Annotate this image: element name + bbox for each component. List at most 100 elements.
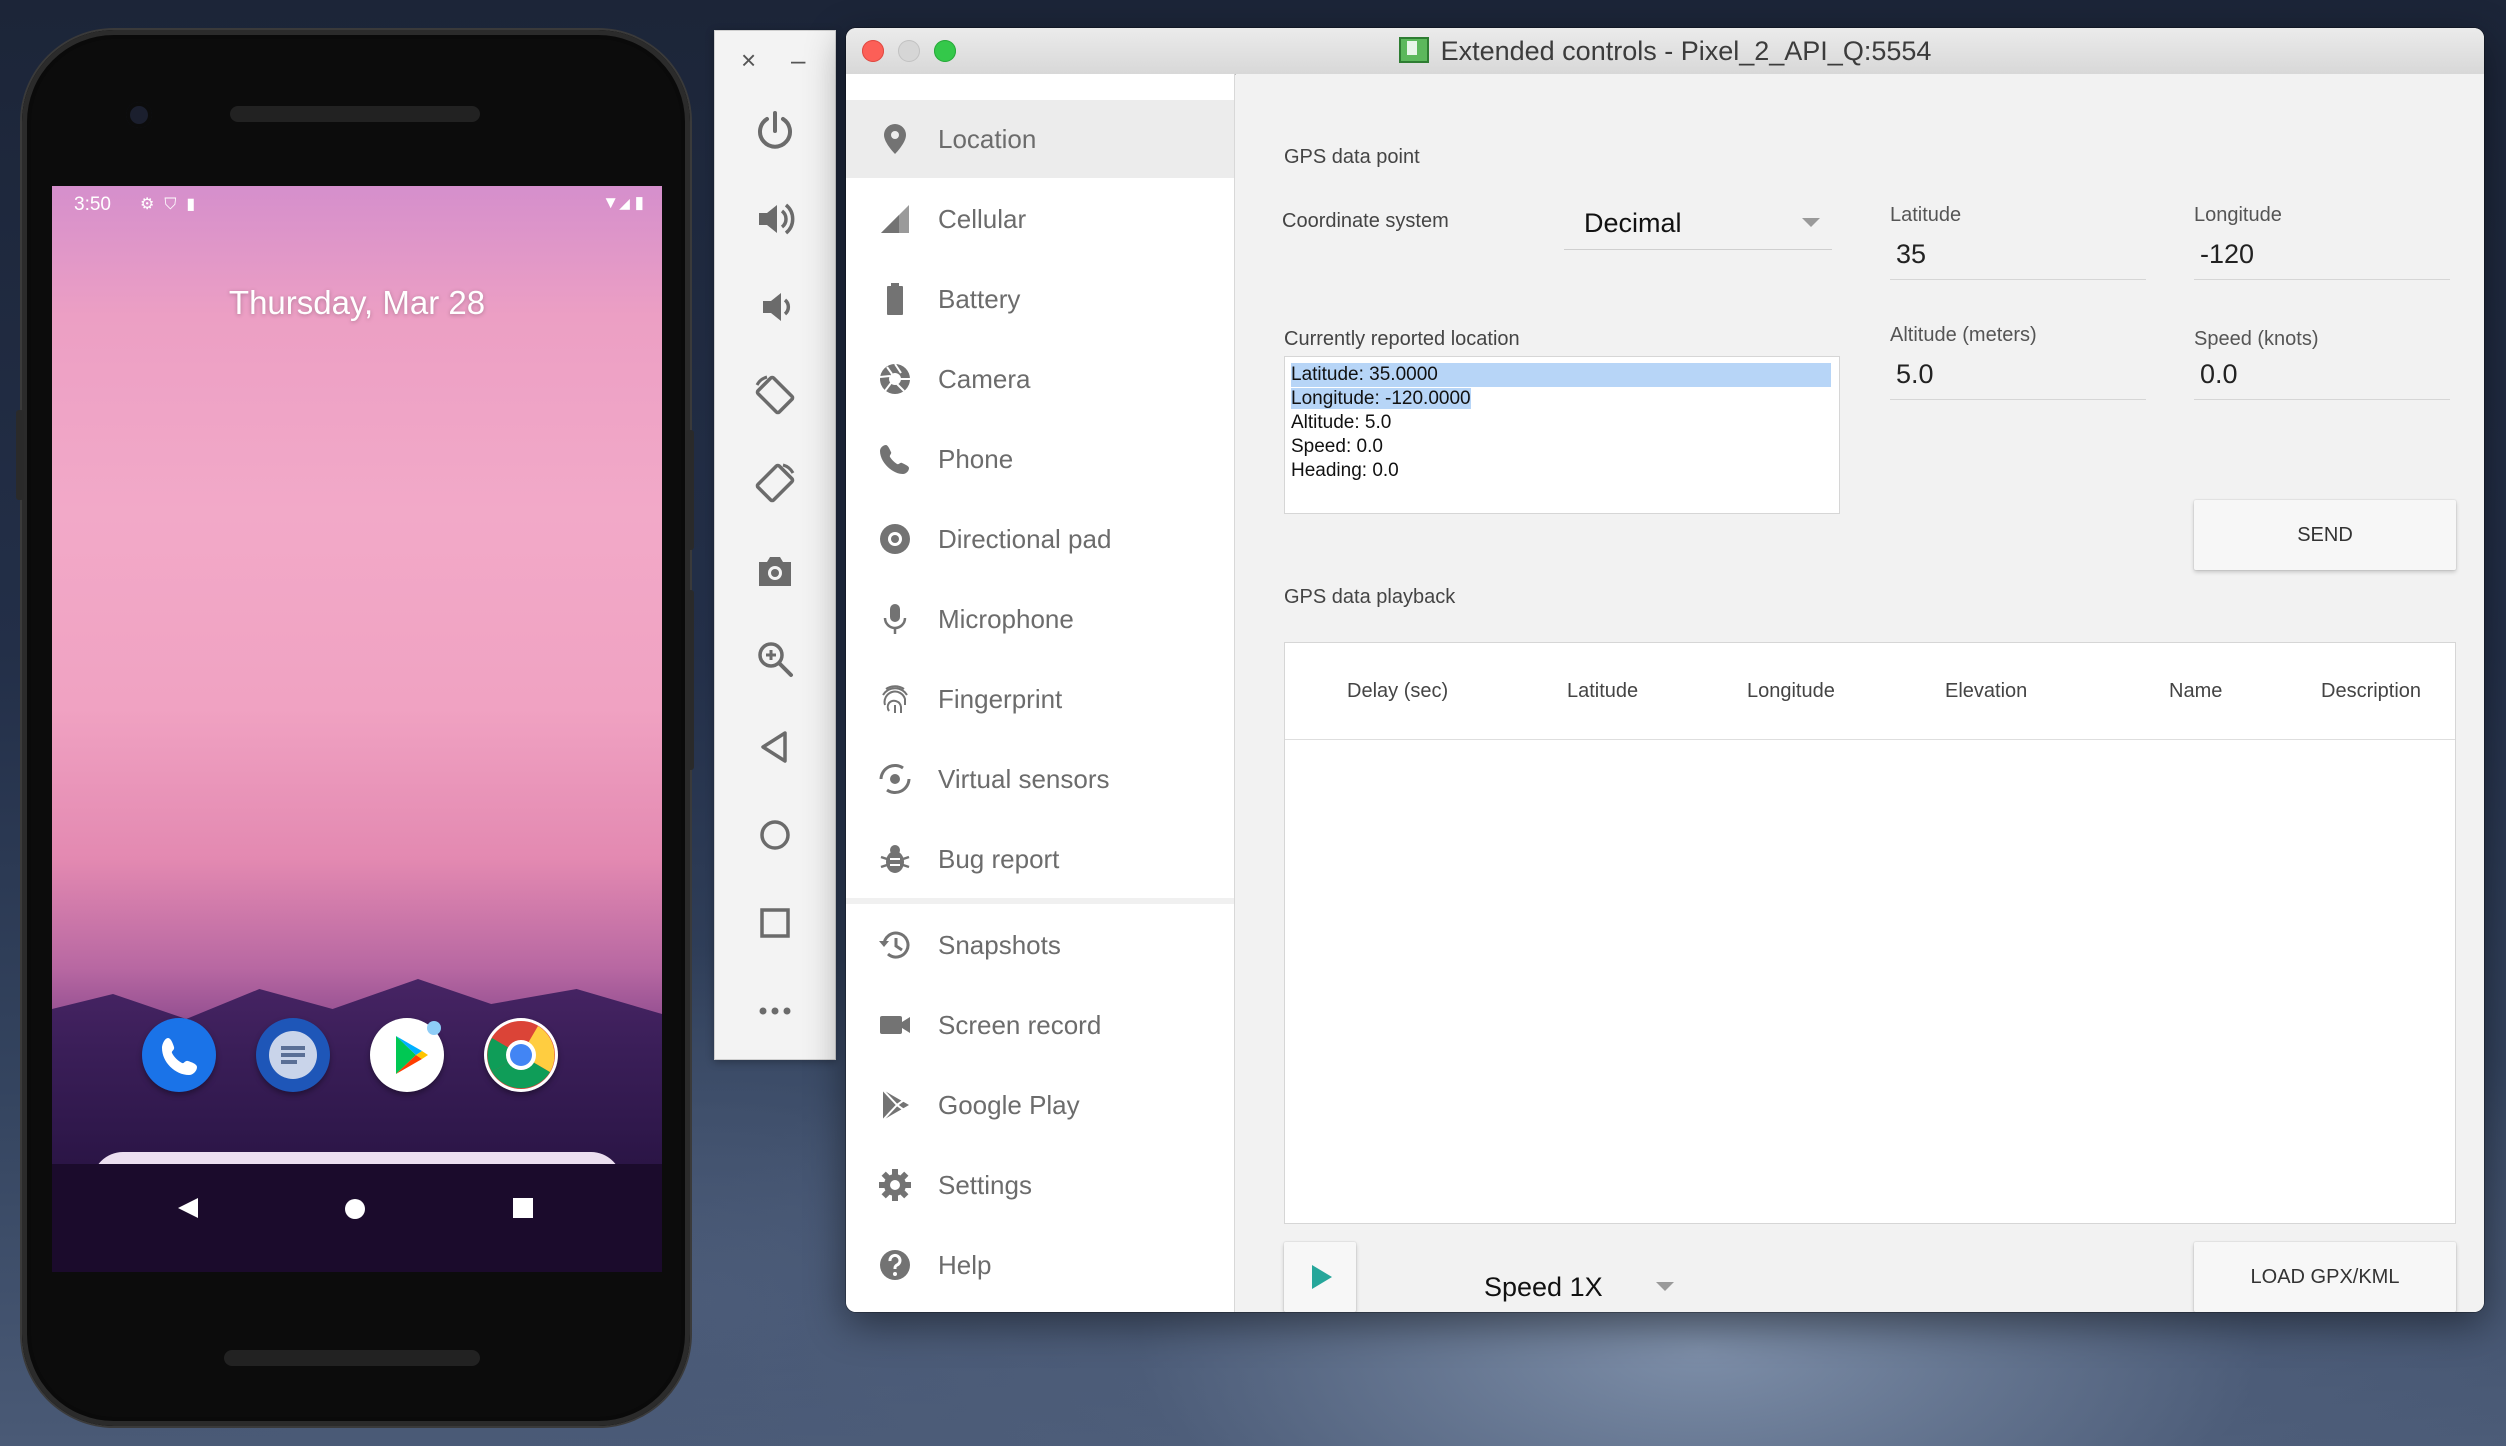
chrome-app-icon[interactable] bbox=[484, 1018, 558, 1092]
play-store-app-icon[interactable] bbox=[370, 1018, 444, 1092]
emulator-toolbar: × – bbox=[714, 30, 836, 1060]
sd-card-icon: ▮ bbox=[186, 196, 206, 213]
phone-volume-button[interactable] bbox=[686, 590, 694, 770]
column-name[interactable]: Name bbox=[2169, 643, 2222, 739]
zoom-button[interactable] bbox=[747, 631, 803, 687]
sidebar-item-microphone[interactable]: Microphone bbox=[846, 580, 1234, 658]
altitude-field[interactable]: 5.0 bbox=[1890, 348, 2146, 400]
reported-longitude: Longitude: -120.0000 bbox=[1291, 388, 1471, 409]
nav-home-icon[interactable] bbox=[343, 1197, 367, 1221]
phone-side-button[interactable] bbox=[16, 410, 24, 500]
reported-latitude: Latitude: 35.0000 bbox=[1291, 363, 1831, 387]
location-pin-icon bbox=[884, 124, 906, 154]
chevron-down-icon bbox=[1656, 1282, 1674, 1291]
phone-icon bbox=[880, 445, 909, 474]
speed-field[interactable]: 0.0 bbox=[2194, 348, 2450, 400]
close-icon[interactable]: × bbox=[741, 45, 756, 76]
gear-icon bbox=[879, 1169, 911, 1201]
column-longitude[interactable]: Longitude bbox=[1747, 643, 1835, 739]
sidebar-item-label: Microphone bbox=[938, 604, 1074, 634]
play-button[interactable] bbox=[1284, 1242, 1356, 1312]
sidebar-item-battery[interactable]: Battery bbox=[846, 260, 1234, 338]
sidebar-divider bbox=[846, 898, 1234, 904]
volume-up-icon bbox=[759, 203, 795, 235]
minimize-icon[interactable]: – bbox=[791, 45, 805, 76]
nav-back-icon[interactable] bbox=[174, 1194, 202, 1222]
rotate-left-button[interactable] bbox=[747, 367, 803, 423]
extended-controls-window: Extended controls - Pixel_2_API_Q:5554 L… bbox=[846, 28, 2484, 1312]
phone-app-icon[interactable] bbox=[142, 1018, 216, 1092]
nav-overview-icon[interactable] bbox=[512, 1197, 534, 1219]
more-button[interactable] bbox=[747, 983, 803, 1039]
gear-icon: ⚙ bbox=[140, 196, 165, 213]
playback-speed-dropdown[interactable]: Speed 1X bbox=[1464, 1260, 1686, 1312]
extended-controls-sidebar: Location Cellular Battery Camera Phone D… bbox=[846, 74, 1235, 1312]
column-latitude[interactable]: Latitude bbox=[1567, 643, 1638, 739]
sidebar-item-label: Fingerprint bbox=[938, 684, 1063, 714]
overview-button[interactable] bbox=[747, 895, 803, 951]
gps-playback-table[interactable]: Delay (sec) Latitude Longitude Elevation… bbox=[1284, 642, 2456, 1224]
location-panel: GPS data point Coordinate system Decimal… bbox=[1236, 74, 2484, 1312]
volume-up-button[interactable] bbox=[747, 191, 803, 247]
coordinate-system-value: Decimal bbox=[1584, 208, 1682, 238]
power-icon bbox=[758, 111, 792, 149]
latitude-field[interactable]: 35 bbox=[1890, 228, 2146, 280]
currently-reported-location-label: Currently reported location bbox=[1284, 328, 1520, 350]
messages-app-icon[interactable] bbox=[256, 1018, 330, 1092]
sidebar-item-phone[interactable]: Phone bbox=[846, 420, 1234, 498]
microphone-icon bbox=[883, 604, 907, 634]
sidebar-item-label: Screen record bbox=[938, 1010, 1102, 1040]
sidebar-item-snapshots[interactable]: Snapshots bbox=[846, 906, 1234, 984]
sidebar-item-settings[interactable]: Settings bbox=[846, 1146, 1234, 1224]
column-delay[interactable]: Delay (sec) bbox=[1347, 643, 1448, 739]
sidebar-item-label: Snapshots bbox=[938, 930, 1061, 960]
battery-icon: ▮ bbox=[634, 193, 644, 212]
gps-data-point-title: GPS data point bbox=[1284, 146, 1420, 168]
volume-down-button[interactable] bbox=[747, 279, 803, 335]
sidebar-item-google-play[interactable]: Google Play bbox=[846, 1066, 1234, 1144]
sidebar-item-location[interactable]: Location bbox=[846, 100, 1234, 178]
camera-icon bbox=[759, 557, 791, 586]
sidebar-item-directional-pad[interactable]: Directional pad bbox=[846, 500, 1234, 578]
top-speaker bbox=[230, 106, 480, 122]
longitude-field[interactable]: -120 bbox=[2194, 228, 2450, 280]
sidebar-item-label: Settings bbox=[938, 1170, 1032, 1200]
power-button[interactable] bbox=[747, 103, 803, 159]
send-button[interactable]: SEND bbox=[2194, 500, 2456, 570]
camera-icon bbox=[879, 363, 910, 394]
column-description[interactable]: Description bbox=[2321, 643, 2421, 739]
reported-location-box[interactable]: Latitude: 35.0000 Longitude: -120.0000 A… bbox=[1284, 356, 1840, 514]
sidebar-item-help[interactable]: Help bbox=[846, 1226, 1234, 1304]
sidebar-item-fingerprint[interactable]: Fingerprint bbox=[846, 660, 1234, 738]
coordinate-system-label: Coordinate system bbox=[1282, 210, 1449, 232]
table-header: Delay (sec) Latitude Longitude Elevation… bbox=[1285, 643, 2455, 740]
back-button[interactable] bbox=[747, 719, 803, 775]
screenshot-button[interactable] bbox=[747, 543, 803, 599]
phone-power-button[interactable] bbox=[686, 430, 694, 550]
home-button[interactable] bbox=[747, 807, 803, 863]
more-icon bbox=[759, 1007, 791, 1015]
sidebar-item-camera[interactable]: Camera bbox=[846, 340, 1234, 418]
sidebar-item-screen-record[interactable]: Screen record bbox=[846, 986, 1234, 1064]
front-camera bbox=[126, 102, 152, 128]
sidebar-item-virtual-sensors[interactable]: Virtual sensors bbox=[846, 740, 1234, 818]
column-elevation[interactable]: Elevation bbox=[1945, 643, 2027, 739]
rotate-right-button[interactable] bbox=[747, 455, 803, 511]
load-gpx-kml-button[interactable]: LOAD GPX/KML bbox=[2194, 1242, 2456, 1312]
coordinate-system-dropdown[interactable]: Decimal bbox=[1564, 196, 1832, 250]
reported-speed: Speed: 0.0 bbox=[1291, 436, 1383, 457]
sidebar-item-bug-report[interactable]: Bug report bbox=[846, 820, 1234, 898]
status-bar: 3:50 ⚙⛉▮ ▼◢ ▮ bbox=[52, 186, 662, 222]
battery-icon bbox=[887, 283, 903, 315]
play-icon bbox=[1312, 1265, 1332, 1289]
phone-frame: 3:50 ⚙⛉▮ ▼◢ ▮ Thursday, Mar 28 bbox=[16, 30, 694, 1426]
videocam-icon bbox=[880, 1016, 910, 1034]
lockscreen-date: Thursday, Mar 28 bbox=[228, 284, 486, 321]
dpad-icon bbox=[880, 524, 910, 554]
status-time: 3:50 bbox=[74, 194, 111, 215]
cellular-icon bbox=[881, 205, 909, 233]
sidebar-item-cellular[interactable]: Cellular bbox=[846, 180, 1234, 258]
history-icon bbox=[879, 931, 910, 959]
bug-icon bbox=[880, 845, 910, 873]
phone-screen[interactable]: 3:50 ⚙⛉▮ ▼◢ ▮ Thursday, Mar 28 bbox=[52, 186, 662, 1272]
